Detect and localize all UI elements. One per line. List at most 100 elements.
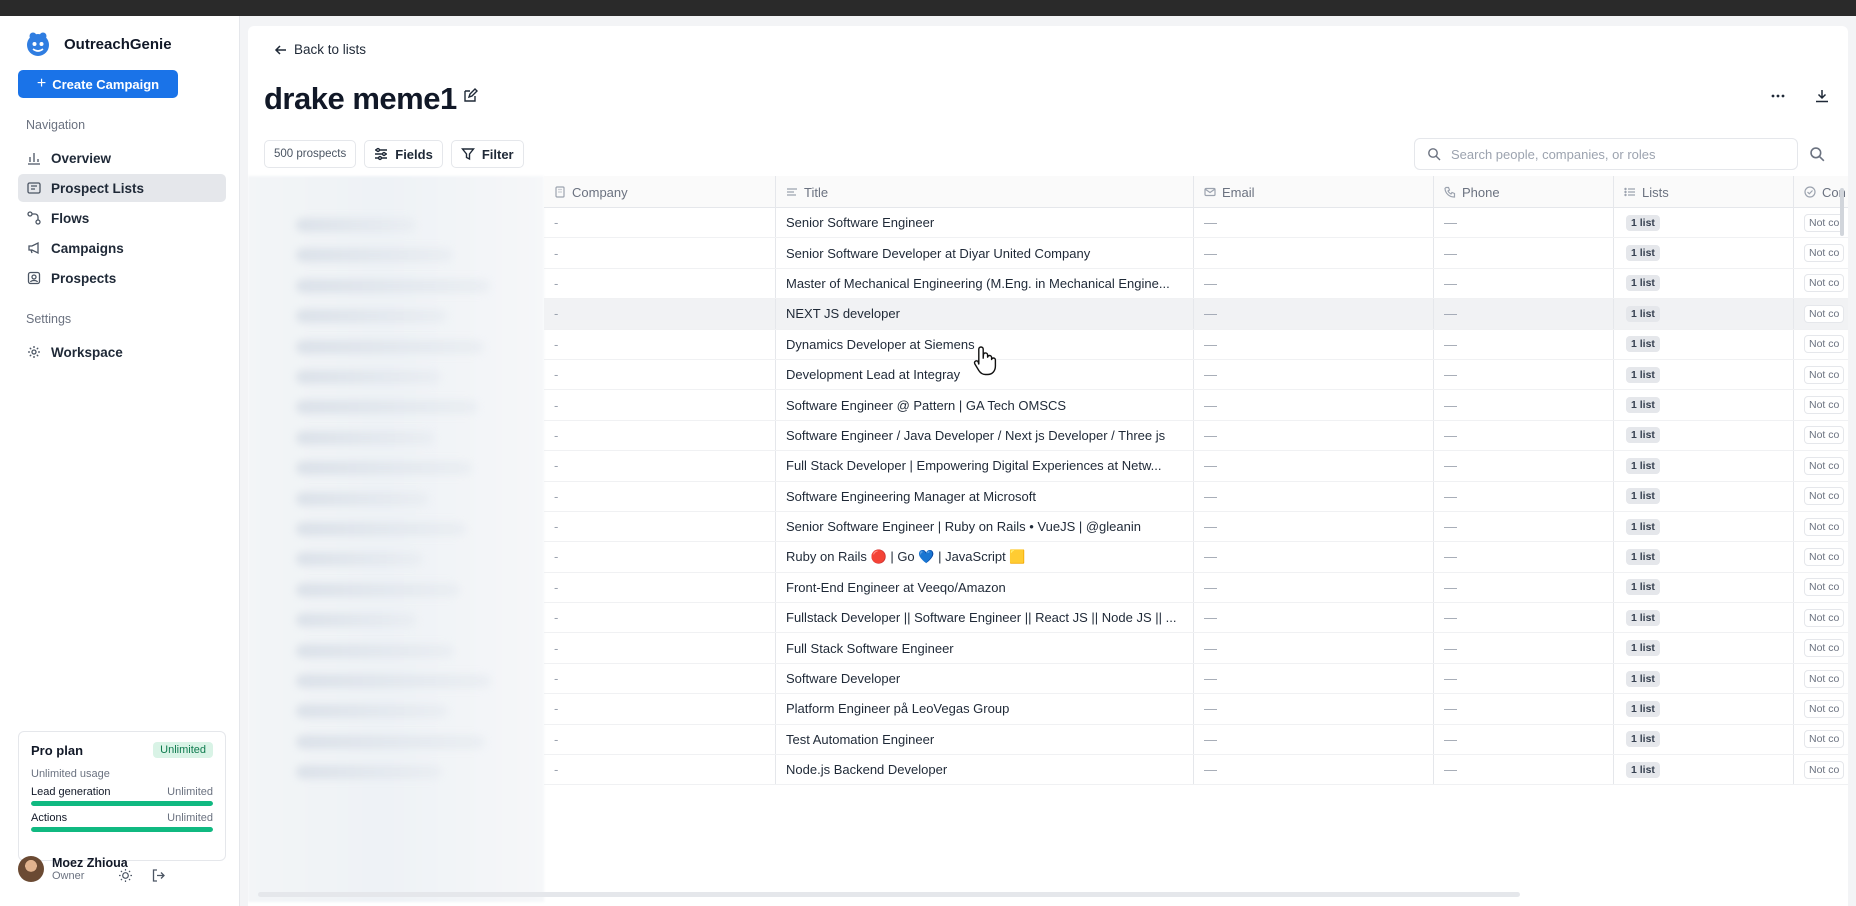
column-header-email[interactable]: Email xyxy=(1194,176,1434,208)
lists-badge[interactable]: 1 list xyxy=(1626,670,1660,687)
create-campaign-label: Create Campaign xyxy=(52,76,160,92)
sun-icon[interactable] xyxy=(118,868,133,883)
lists-badge[interactable]: 1 list xyxy=(1626,579,1660,596)
cell-con: Not co xyxy=(1794,573,1848,602)
lists-badge[interactable]: 1 list xyxy=(1626,427,1660,444)
cell-phone: — xyxy=(1434,208,1614,238)
table-row[interactable]: - Platform Engineer på LeoVegas Group — —1 … xyxy=(544,694,1848,725)
back-to-lists-link[interactable]: Back to lists xyxy=(274,42,366,57)
lists-badge[interactable]: 1 list xyxy=(1626,518,1660,535)
cell-lists: 1 list xyxy=(1614,542,1794,572)
lists-badge[interactable]: 1 list xyxy=(1626,366,1660,383)
lists-badge[interactable]: 1 list xyxy=(1626,640,1660,657)
search-icon xyxy=(1428,148,1441,161)
lists-badge[interactable]: 1 list xyxy=(1626,488,1660,505)
table-row[interactable]: - Development Lead at Integray — —1 list Not… xyxy=(544,359,1848,391)
horizontal-scrollbar[interactable] xyxy=(258,892,1520,897)
browser-bar xyxy=(0,0,1856,16)
sidebar-item-workspace[interactable]: Workspace xyxy=(18,338,226,366)
user-profile[interactable]: Moez Zhioua Owner xyxy=(18,856,128,882)
table-row[interactable]: - Software Developer — —1 list Not co xyxy=(544,663,1848,695)
logout-icon[interactable] xyxy=(151,868,166,883)
search-input[interactable] xyxy=(1451,146,1771,162)
cell-company: - xyxy=(544,420,776,451)
column-header-title[interactable]: Title xyxy=(776,176,1194,208)
sidebar-item-campaigns[interactable]: Campaigns xyxy=(18,234,226,262)
cell-email: — xyxy=(1194,663,1434,694)
lists-badge[interactable]: 1 list xyxy=(1626,305,1660,322)
cell-phone: — xyxy=(1434,724,1614,755)
search-submit-icon[interactable] xyxy=(1809,146,1825,162)
table-row[interactable]: - Fullstack Developer || Software Enginee… xyxy=(544,603,1848,634)
sidebar-item-prospects[interactable]: Prospects xyxy=(18,264,226,292)
connection-status-badge: Not co xyxy=(1804,274,1845,293)
lists-badge[interactable]: 1 list xyxy=(1626,548,1660,565)
lists-badge[interactable]: 1 list xyxy=(1626,336,1660,353)
lists-badge[interactable]: 1 list xyxy=(1626,245,1660,262)
cell-phone: — xyxy=(1434,572,1614,603)
more-options-icon[interactable] xyxy=(1770,88,1786,104)
brand[interactable]: OutreachGenie xyxy=(24,30,172,58)
prospect-count-badge: 500 prospects xyxy=(264,140,357,168)
table-row[interactable]: - Senior Software Engineer — —1 list Not co xyxy=(544,208,1848,239)
table-row[interactable]: - Test Automation Engineer — —1 list Not co xyxy=(544,724,1848,756)
lists-badge[interactable]: 1 list xyxy=(1626,397,1660,414)
cell-title: Senior Software Engineer | Ruby on Rails… xyxy=(776,511,1194,542)
cell-phone: — xyxy=(1434,451,1614,481)
lists-badge[interactable]: 1 list xyxy=(1626,609,1660,626)
column-label: Phone xyxy=(1462,184,1500,200)
cell-con: Not co xyxy=(1794,482,1848,511)
connection-status-badge: Not co xyxy=(1804,517,1845,536)
lists-badge[interactable]: 1 list xyxy=(1626,761,1660,778)
connection-status-badge: Not co xyxy=(1804,396,1845,415)
column-header-phone[interactable]: Phone xyxy=(1434,176,1614,208)
cell-lists: 1 list xyxy=(1614,420,1794,451)
table-row[interactable]: - Full Stack Software Engineer — —1 list Not… xyxy=(544,633,1848,664)
brand-name: OutreachGenie xyxy=(64,35,172,53)
table-row[interactable]: - Dynamics Developer at Siemens — —1 list No… xyxy=(544,329,1848,360)
cell-phone: — xyxy=(1434,390,1614,420)
column-header-lists[interactable]: Lists xyxy=(1614,176,1794,208)
lists-badge[interactable]: 1 list xyxy=(1626,457,1660,474)
cell-lists: 1 list xyxy=(1614,390,1794,420)
table-row[interactable]: - Senior Software Engineer | Ruby on Rail… xyxy=(544,511,1848,543)
table-row[interactable]: - Software Engineer @ Pattern | GA Tech O… xyxy=(544,390,1848,421)
lists-badge[interactable]: 1 list xyxy=(1626,275,1660,292)
cell-title: Software Engineer / Java Developer / Nex… xyxy=(776,420,1194,451)
filter-button[interactable]: Filter xyxy=(450,140,524,168)
cell-company: - xyxy=(544,511,776,542)
table-row[interactable]: - Software Engineering Manager at Microso… xyxy=(544,481,1848,512)
blurred-name xyxy=(296,309,447,324)
sidebar-item-prospect-lists[interactable]: Prospect Lists xyxy=(18,174,226,202)
lists-badge[interactable]: 1 list xyxy=(1626,214,1660,231)
table-row[interactable]: - Front-End Engineer at Veeqo/Amazon — —1 l… xyxy=(544,572,1848,604)
download-icon[interactable] xyxy=(1814,88,1830,104)
cell-email: — xyxy=(1194,390,1434,420)
create-campaign-button[interactable]: + Create Campaign xyxy=(18,70,178,98)
cell-lists: 1 list xyxy=(1614,511,1794,542)
blurred-name xyxy=(296,613,417,628)
table-row[interactable]: - NEXT JS developer — —1 list Not co xyxy=(544,299,1848,330)
table-row[interactable]: - Ruby on Rails 🔴 | Go 💙 | JavaScript 🟨 — —… xyxy=(544,542,1848,573)
lists-badge[interactable]: 1 list xyxy=(1626,731,1660,748)
sidebar-item-overview[interactable]: Overview xyxy=(18,144,226,172)
vertical-scrollbar[interactable] xyxy=(1840,188,1844,236)
plus-icon: + xyxy=(36,75,47,92)
table-row[interactable]: - Master of Mechanical Engineering (M.Eng… xyxy=(544,268,1848,300)
search-box[interactable] xyxy=(1414,138,1798,170)
table-row[interactable]: - Full Stack Developer | Empowering Digit… xyxy=(544,451,1848,482)
sidebar-item-label: Flows xyxy=(51,210,90,226)
column-header-company[interactable]: Company xyxy=(544,176,776,208)
sidebar-item-flows[interactable]: Flows xyxy=(18,204,226,232)
cell-email: — xyxy=(1194,542,1434,572)
blurred-name xyxy=(296,430,435,445)
lists-badge[interactable]: 1 list xyxy=(1626,700,1660,717)
table-row[interactable]: - Senior Software Developer at Diyar Unit… xyxy=(544,238,1848,269)
table-row[interactable]: - Node.js Backend Developer — —1 list Not co xyxy=(544,755,1848,786)
edit-icon[interactable] xyxy=(462,88,478,104)
cell-email: — xyxy=(1194,329,1434,359)
cell-email: — xyxy=(1194,420,1434,451)
cell-email: — xyxy=(1194,268,1434,299)
table-row[interactable]: - Software Engineer / Java Developer / Ne… xyxy=(544,420,1848,452)
fields-button[interactable]: Fields xyxy=(364,140,443,168)
